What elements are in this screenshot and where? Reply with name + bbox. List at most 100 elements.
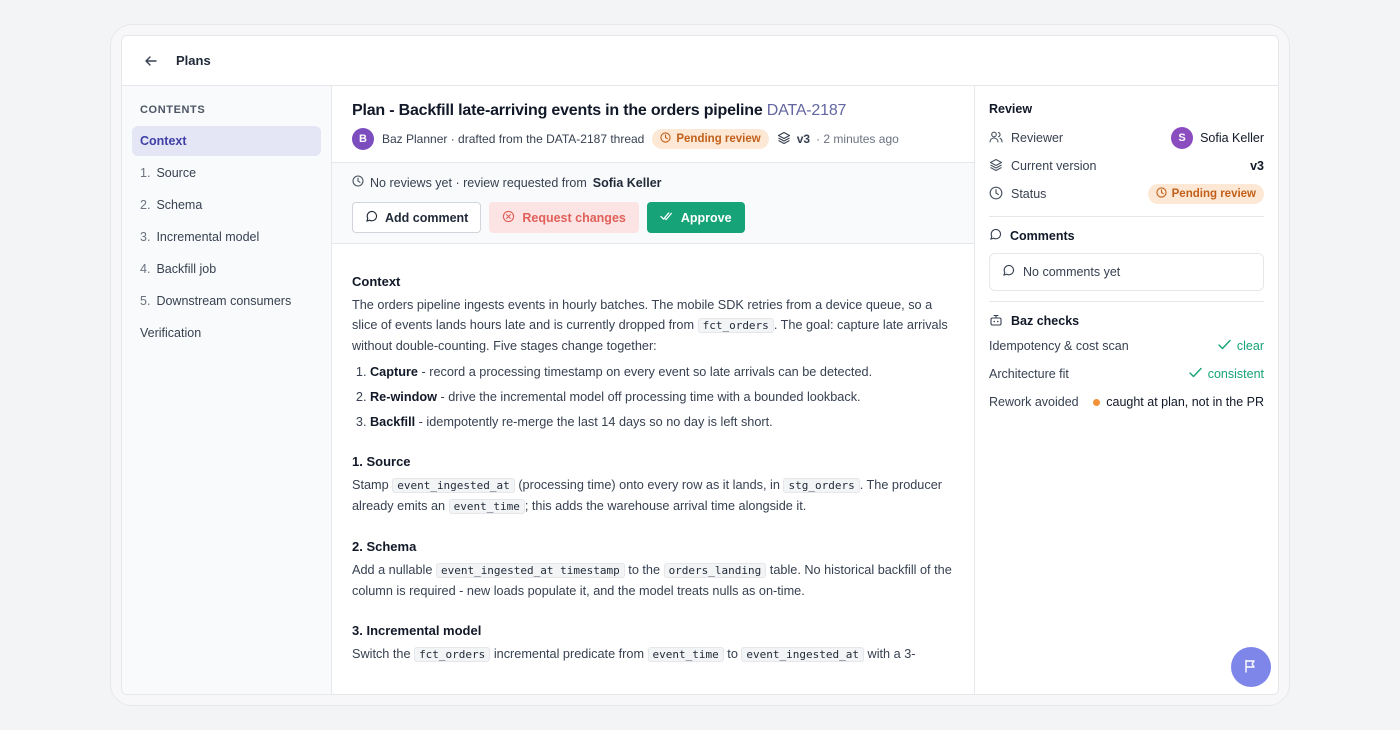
sidebar-item-label: Schema (156, 198, 203, 212)
status-badge: Pending review (652, 129, 769, 149)
sidebar-item-downstream-consumers[interactable]: 5. Downstream consumers (132, 286, 321, 316)
text: to the (624, 563, 664, 577)
request-changes-label: Request changes (522, 210, 626, 225)
status-row: Status Pending review (989, 180, 1264, 208)
comment-icon (989, 228, 1002, 244)
section-schema: 2. Schema Add a nullable event_ingested_… (352, 537, 954, 601)
sidebar-item-incremental-model[interactable]: 3. Incremental model (132, 222, 321, 252)
check-value: consistent (1207, 367, 1264, 381)
section-incremental-model: 3. Incremental model Switch the fct_orde… (352, 621, 954, 665)
sidebar-item-number: 1. (140, 166, 151, 180)
version-indicator: v3 (777, 131, 810, 148)
source-paragraph: Stamp event_ingested_at (processing time… (352, 475, 954, 517)
sidebar-item-backfill-job[interactable]: 4. Backfill job (132, 254, 321, 284)
sidebar-item-number: 3. (140, 230, 151, 244)
list-item-title: Re-window (370, 390, 437, 404)
clock-icon (1156, 187, 1167, 201)
page-title: Plans (176, 53, 211, 68)
status-text: Pending review (1171, 188, 1256, 200)
text: with a 3- (864, 647, 916, 661)
comments-heading: Comments (989, 225, 1264, 247)
x-circle-icon (502, 210, 515, 226)
text: Add a nullable (352, 563, 436, 577)
divider (989, 301, 1264, 302)
sidebar-item-schema[interactable]: 2. Schema (132, 190, 321, 220)
sidebar-item-context[interactable]: Context (132, 126, 321, 156)
sidebar-item-label: Downstream consumers (156, 294, 292, 308)
sidebar-item-source[interactable]: 1. Source (132, 158, 321, 188)
comments-heading-text: Comments (1010, 229, 1075, 243)
plan-header: Plan - Backfill late-arriving events in … (332, 86, 974, 163)
list-item-text: - idempotently re-merge the last 14 days… (415, 415, 773, 429)
sidebar-item-number: 2. (140, 198, 151, 212)
check-value: clear (1236, 339, 1264, 353)
add-comment-label: Add comment (385, 210, 469, 225)
plan-main: Plan - Backfill late-arriving events in … (332, 86, 975, 694)
inline-code: orders_landing (663, 563, 767, 578)
schema-paragraph: Add a nullable event_ingested_at timesta… (352, 560, 954, 601)
section-heading-context: Context (352, 274, 401, 289)
version-label: Current version (1011, 159, 1097, 173)
plan-title-text: Plan - Backfill late-arriving events in … (352, 102, 763, 119)
section-heading-source: 1. Source (352, 454, 411, 469)
inline-code: fct_orders (414, 647, 491, 662)
check-icon (1218, 339, 1231, 353)
checks-heading: Baz checks (989, 310, 1264, 332)
section-heading-schema: 2. Schema (352, 539, 417, 554)
check-row-rework: Rework avoided caught at plan, not in th… (989, 388, 1264, 416)
review-action-bar: No reviews yet · review requested from S… (332, 163, 974, 244)
author-line: Baz Planner · drafted from the DATA-2187… (382, 132, 645, 146)
clock-icon (660, 132, 671, 146)
sidebar-item-label: Incremental model (156, 230, 260, 244)
request-changes-button[interactable]: Request changes (489, 202, 639, 233)
arrow-left-icon[interactable] (142, 52, 160, 70)
ticket-id[interactable]: DATA-2187 (767, 102, 847, 119)
clock-icon (352, 175, 364, 190)
plan-title: Plan - Backfill late-arriving events in … (352, 102, 954, 120)
reviewer-row: Reviewer S Sofia Keller (989, 124, 1264, 152)
section-heading-incremental-model: 3. Incremental model (352, 623, 482, 638)
status-label: Status (1011, 187, 1047, 201)
inline-code: event_time (647, 647, 724, 662)
context-paragraph: The orders pipeline ingests events in ho… (352, 295, 954, 356)
check-label: Idempotency & cost scan (989, 339, 1129, 353)
sidebar-item-number: 4. (140, 262, 151, 276)
version-row: Current version v3 (989, 152, 1264, 180)
plan-meta: B Baz Planner · drafted from the DATA-21… (352, 128, 954, 150)
check-row-architecture: Architecture fit consistent (989, 360, 1264, 388)
review-panel: Review Reviewer S Sofia Keller Current v… (975, 86, 1278, 694)
sidebar-item-number: 5. (140, 294, 151, 308)
inline-code: event_ingested_at (392, 478, 515, 493)
comments-empty-text: No comments yet (1023, 265, 1121, 279)
list-item: Backfill - idempotently re-merge the las… (370, 412, 954, 432)
incremental-paragraph: Switch the fct_orders incremental predic… (352, 644, 954, 665)
list-item-title: Backfill (370, 415, 416, 429)
reviewer-name: Sofia Keller (1200, 131, 1264, 145)
section-source: 1. Source Stamp event_ingested_at (proce… (352, 452, 954, 517)
list-item-title: Capture (370, 365, 418, 379)
layers-icon (777, 131, 791, 148)
divider (989, 216, 1264, 217)
check-value: caught at plan, not in the PR (1106, 395, 1264, 409)
list-item: Re-window - drive the incremental model … (370, 387, 954, 407)
approve-button[interactable]: Approve (646, 202, 745, 233)
avatar: B (352, 128, 374, 150)
robot-icon (989, 313, 1003, 330)
text: to (723, 647, 742, 661)
check-result: consistent (1189, 367, 1264, 381)
users-icon (989, 130, 1003, 147)
review-request-text: No reviews yet · review requested from (370, 175, 587, 190)
plan-document: Context The orders pipeline ingests even… (332, 244, 974, 665)
sidebar-item-verification[interactable]: Verification (132, 318, 321, 348)
status-text: Pending review (676, 133, 761, 145)
timestamp: · 2 minutes ago (816, 132, 899, 146)
inline-code: fct_orders (697, 318, 774, 333)
version-value: v3 (1250, 159, 1264, 173)
app-window: Plans CONTENTS Context 1. Source 2. Schema… (121, 35, 1279, 695)
add-comment-button[interactable]: Add comment (352, 202, 482, 233)
list-item-text: - drive the incremental model off proces… (436, 390, 861, 404)
feedback-fab-button[interactable] (1231, 647, 1271, 687)
inline-code: event_time (448, 499, 525, 514)
text: Switch the (352, 647, 415, 661)
check-icon (1189, 367, 1202, 381)
